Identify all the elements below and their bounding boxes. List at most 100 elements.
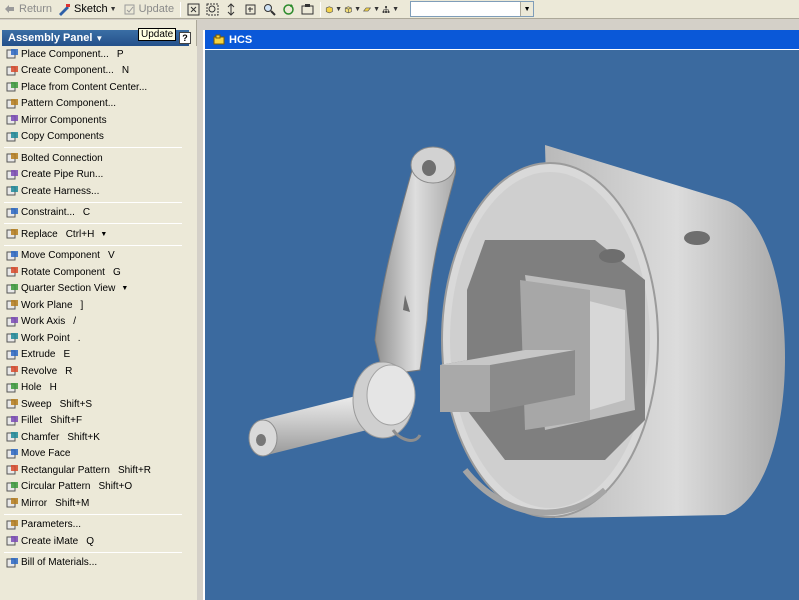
design-view-select[interactable]: ▼ bbox=[410, 1, 535, 17]
parameters-icon bbox=[6, 519, 18, 530]
create-component-icon bbox=[6, 65, 18, 76]
command-label: Mirror Components bbox=[21, 114, 107, 126]
sketch-label: Sketch bbox=[74, 3, 108, 15]
command-label: Create Component... bbox=[21, 65, 114, 77]
chevron-down-icon[interactable]: ▼ bbox=[100, 231, 107, 238]
pan-button[interactable] bbox=[242, 1, 259, 18]
panel-command-chamfer[interactable]: Chamfer Shift+K bbox=[0, 429, 190, 446]
panel-command-mirror-components[interactable]: Mirror Components bbox=[0, 112, 190, 129]
panel-command-work-plane[interactable]: Work Plane] bbox=[0, 297, 190, 314]
panel-command-copy-components[interactable]: Copy Components bbox=[0, 129, 190, 146]
projection-button[interactable]: ▼ bbox=[344, 1, 361, 18]
panel-command-constraint[interactable]: Constraint... C bbox=[0, 205, 190, 222]
command-label: Work Axis bbox=[21, 316, 66, 328]
look-at-button[interactable] bbox=[299, 1, 316, 18]
panel-command-create-component[interactable]: Create Component... N bbox=[0, 63, 190, 80]
assembly-panel: Assembly Panel ▼ Update ? Place Component… bbox=[0, 20, 197, 600]
panel-command-fillet[interactable]: Fillet Shift+F bbox=[0, 413, 190, 430]
content-center-icon bbox=[6, 82, 18, 92]
command-shortcut: Shift+K bbox=[67, 431, 100, 443]
update-button[interactable]: Update bbox=[120, 1, 177, 18]
top-toolbar: Return Sketch ▼ Update ▼ ▼ ▼ ▼ ▼ bbox=[0, 0, 799, 19]
command-shortcut: P bbox=[116, 48, 124, 60]
window-title-bar[interactable]: HCS bbox=[205, 30, 799, 50]
update-tooltip: Update bbox=[138, 28, 177, 41]
panel-command-pattern-component[interactable]: Pattern Component... bbox=[0, 96, 190, 113]
cylinder-housing[interactable] bbox=[441, 145, 785, 518]
panel-command-replace[interactable]: Replace Ctrl+H ▼ bbox=[0, 226, 190, 243]
panel-command-rectangular-pattern[interactable]: Rectangular Pattern Shift+R bbox=[0, 462, 190, 479]
shaded-display-icon bbox=[326, 5, 333, 13]
display-mode-button[interactable]: ▼ bbox=[325, 1, 342, 18]
panel-header: Assembly Panel ▼ Update ? bbox=[0, 20, 196, 46]
command-label: Sweep bbox=[21, 398, 52, 410]
magnifier-icon bbox=[264, 3, 276, 16]
panel-command-mirror[interactable]: Mirror Shift+M bbox=[0, 495, 190, 512]
panel-command-revolve[interactable]: Revolve R bbox=[0, 363, 190, 380]
zoom-all-button[interactable] bbox=[185, 1, 202, 18]
panel-command-sweep[interactable]: Sweep Shift+S bbox=[0, 396, 190, 413]
panel-command-create-harness[interactable]: Create Harness... bbox=[0, 183, 190, 200]
panel-command-work-point[interactable]: Work Point. bbox=[0, 330, 190, 347]
harness-icon bbox=[6, 186, 18, 196]
panel-divider bbox=[4, 147, 182, 148]
command-label: Replace bbox=[21, 228, 58, 240]
command-shortcut: Shift+M bbox=[55, 497, 90, 509]
look-at-icon bbox=[301, 3, 314, 14]
command-shortcut: Shift+F bbox=[50, 415, 83, 427]
command-label: Rotate Component bbox=[21, 266, 105, 278]
help-button[interactable]: ? bbox=[179, 32, 191, 44]
panel-command-hole[interactable]: Hole H bbox=[0, 380, 190, 397]
panel-scrollbar[interactable] bbox=[190, 46, 197, 600]
zoom-window-icon bbox=[206, 3, 219, 15]
command-label: Move Component bbox=[21, 250, 100, 262]
chevron-down-icon: ▼ bbox=[354, 5, 362, 13]
zoom-selected-button[interactable] bbox=[261, 1, 278, 18]
panel-command-work-axis[interactable]: Work Axis / bbox=[0, 314, 190, 331]
panel-command-bill-of-materials[interactable]: Bill of Materials... bbox=[0, 555, 190, 572]
chevron-down-icon: ▼ bbox=[95, 34, 104, 43]
panel-command-create-pipe-run[interactable]: Create Pipe Run... bbox=[0, 167, 190, 184]
zoom-icon bbox=[227, 2, 235, 16]
section-view-icon bbox=[6, 283, 18, 294]
panel-command-create-imate[interactable]: Create iMate Q bbox=[0, 533, 190, 550]
chevron-down-icon: ▼ bbox=[392, 5, 400, 13]
pan-icon bbox=[245, 4, 256, 14]
shadow-button[interactable]: ▼ bbox=[363, 1, 380, 18]
zoom-window-button[interactable] bbox=[204, 1, 221, 18]
command-shortcut: E bbox=[63, 349, 71, 361]
rotate-button[interactable] bbox=[280, 1, 297, 18]
command-shortcut: V bbox=[107, 250, 115, 262]
panel-command-place-from-content-center[interactable]: Place from Content Center... bbox=[0, 79, 190, 96]
mirror-components-icon bbox=[6, 115, 18, 125]
command-label: Bolted Connection bbox=[21, 152, 103, 164]
panel-command-bolted-connection[interactable]: Bolted Connection bbox=[0, 150, 190, 167]
panel-command-quarter-section-view[interactable]: Quarter Section View ▼ bbox=[0, 281, 190, 298]
panel-command-rotate-component[interactable]: Rotate Component G bbox=[0, 264, 190, 281]
panel-command-circular-pattern[interactable]: Circular Pattern Shift+O bbox=[0, 479, 190, 496]
panel-command-move-face[interactable]: Move Face bbox=[0, 446, 190, 463]
command-shortcut: Shift+S bbox=[59, 398, 93, 410]
sketch-button[interactable]: Sketch ▼ bbox=[55, 1, 120, 18]
rectangular-pattern-icon bbox=[6, 465, 18, 475]
panel-command-extrude[interactable]: Extrude E bbox=[0, 347, 190, 364]
return-button[interactable]: Return bbox=[0, 1, 55, 18]
shaft[interactable] bbox=[248, 361, 422, 457]
chevron-down-icon[interactable]: ▼ bbox=[121, 285, 128, 292]
zoom-button[interactable] bbox=[223, 1, 240, 18]
panel-command-place-component[interactable]: Place Component... P bbox=[0, 46, 190, 63]
panel-command-move-component[interactable]: Move Component V bbox=[0, 248, 190, 265]
graphics-window[interactable]: HCS bbox=[203, 30, 799, 600]
command-label: Quarter Section View bbox=[21, 283, 116, 295]
3d-model-view[interactable] bbox=[205, 50, 799, 600]
assembly-document-icon bbox=[213, 34, 225, 45]
place-component-icon bbox=[6, 49, 18, 59]
sketch-dropdown-icon[interactable]: ▼ bbox=[110, 6, 117, 13]
panel-divider bbox=[4, 201, 182, 203]
panel-command-parameters[interactable]: Parameters... bbox=[0, 517, 190, 534]
return-icon bbox=[5, 4, 14, 13]
chevron-down-icon[interactable]: ▼ bbox=[520, 2, 534, 16]
toolbar-separator bbox=[180, 1, 182, 17]
structure-button[interactable]: ▼ bbox=[382, 1, 399, 18]
command-label: Bill of Materials... bbox=[21, 557, 98, 569]
